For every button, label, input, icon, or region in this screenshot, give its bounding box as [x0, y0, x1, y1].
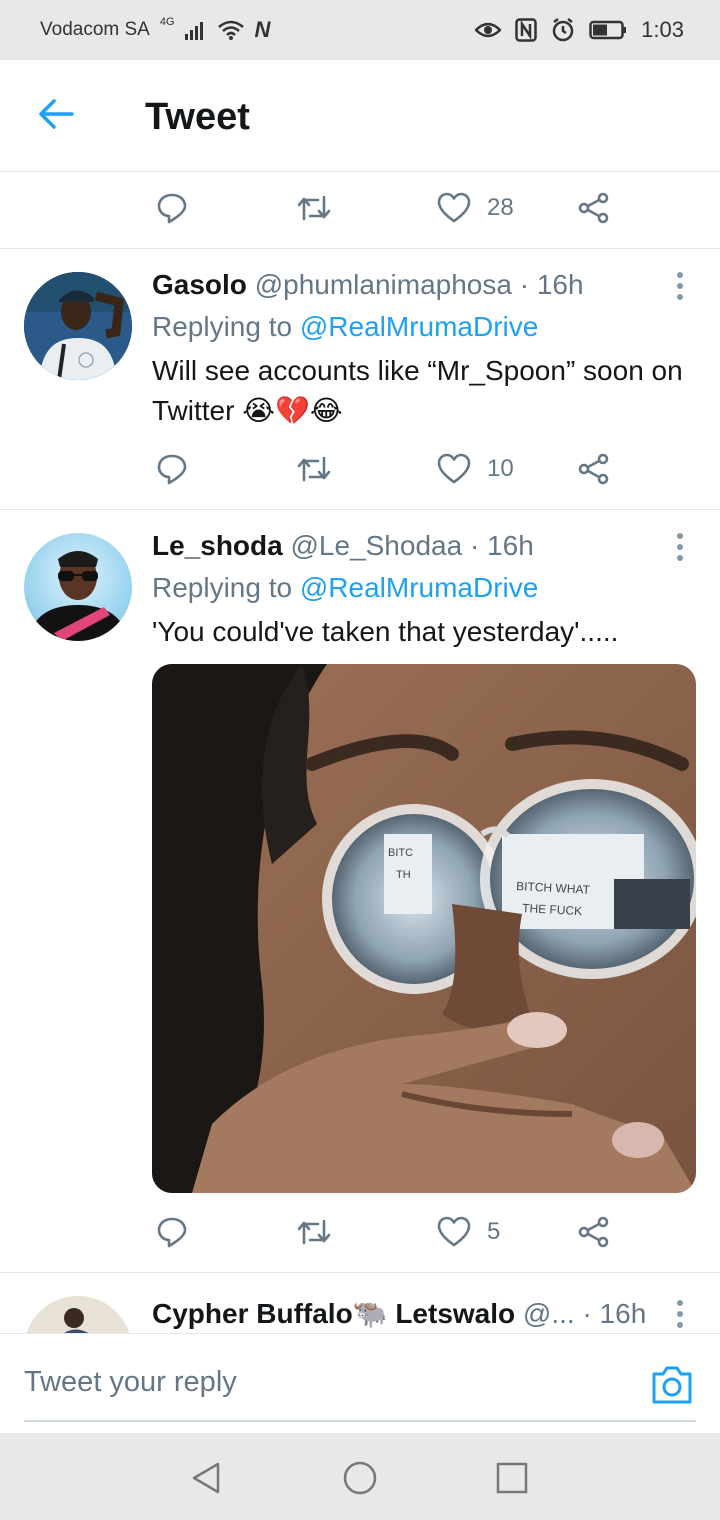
share-icon: [578, 1216, 609, 1248]
wifi-icon: [217, 20, 244, 40]
page-title: Tweet: [145, 96, 250, 138]
reply-button[interactable]: [156, 1202, 188, 1262]
mention-link[interactable]: @RealMrumaDrive: [300, 572, 538, 603]
nfc-letter-icon: N: [254, 17, 271, 42]
avatar[interactable]: [24, 272, 132, 380]
like-button[interactable]: 10: [437, 439, 514, 499]
tweet-media-image[interactable]: BITC TH BITCH WHAT THE FUCK: [152, 664, 696, 1193]
clock: 1:03: [641, 17, 684, 42]
handle[interactable]: @phumlanimaphosa: [255, 269, 512, 300]
mention-link[interactable]: @RealMrumaDrive: [300, 311, 538, 342]
input-underline: [24, 1420, 696, 1422]
like-button[interactable]: 5: [437, 1202, 500, 1262]
tweet-author-line: Gasolo @phumlanimaphosa · 16h: [152, 269, 584, 301]
share-button[interactable]: [578, 439, 610, 499]
nav-home-icon[interactable]: [342, 1460, 378, 1496]
nfc-icon: [515, 18, 537, 42]
display-name[interactable]: Cypher Buffalo🐃 Letswalo: [152, 1298, 515, 1329]
retweet-button[interactable]: [296, 1202, 332, 1262]
reply-input[interactable]: Tweet your reply: [24, 1366, 237, 1399]
reply-button[interactable]: [156, 439, 188, 499]
main-tweet-actions: 28: [0, 178, 720, 238]
nav-back-icon[interactable]: [188, 1460, 224, 1496]
like-count: 10: [487, 455, 514, 482]
tweet-text: 'You could've taken that yesterday'.....: [152, 616, 619, 647]
handle[interactable]: @Le_Shodaa: [290, 530, 462, 561]
tweet-author-line: Le_shoda @Le_Shodaa · 16h: [152, 530, 534, 562]
status-bar: Vodacom SA 4G N 1:03: [0, 0, 720, 60]
replying-to: Replying to @RealMrumaDrive: [152, 311, 538, 343]
system-nav-bar: [0, 1433, 720, 1520]
status-right: 1:03: [475, 17, 684, 43]
network-type: 4G: [159, 16, 175, 28]
tweet-author-line: Cypher Buffalo🐃 Letswalo @... · 16h: [152, 1297, 646, 1330]
lens-left-text: BITC: [388, 847, 413, 859]
app-header: Tweet: [0, 60, 720, 172]
retweet-button[interactable]: [296, 178, 332, 238]
reply-icon: [157, 454, 187, 485]
reply-composer: Tweet your reply: [0, 1333, 720, 1433]
replying-prefix: Replying to: [152, 311, 293, 342]
reply-button[interactable]: [156, 178, 188, 238]
retweet-icon: [297, 195, 331, 221]
replying-to: Replying to @RealMrumaDrive: [152, 572, 538, 604]
like-icon: [437, 1216, 471, 1247]
retweet-icon: [297, 1219, 331, 1245]
like-icon: [437, 453, 471, 484]
status-left: Vodacom SA 4G N: [40, 16, 271, 43]
nav-recents-icon[interactable]: [494, 1460, 530, 1496]
reply-icon: [157, 193, 187, 224]
reply-tweet[interactable]: Cypher Buffalo🐃 Letswalo @... · 16h: [0, 1273, 720, 1333]
share-icon: [578, 192, 609, 224]
handle[interactable]: @...: [523, 1298, 575, 1329]
carrier-label: Vodacom SA: [40, 19, 150, 40]
tweet-text: Will see accounts like “Mr_Spoon” soon o…: [152, 355, 683, 426]
tweet-actions: 5: [0, 1202, 720, 1262]
reply-icon: [157, 1217, 187, 1248]
camera-icon[interactable]: [650, 1364, 694, 1406]
share-icon: [578, 453, 609, 485]
share-button[interactable]: [578, 178, 610, 238]
divider: [0, 248, 720, 249]
display-name[interactable]: Le_shoda: [152, 530, 283, 561]
signal-icon: [184, 22, 203, 40]
timestamp: · 16h: [582, 1298, 647, 1329]
tweet-actions: 10: [0, 439, 720, 499]
avatar[interactable]: [24, 1296, 132, 1333]
eye-icon: [475, 22, 502, 38]
replying-prefix: Replying to: [152, 572, 293, 603]
timestamp: · 16h: [469, 530, 534, 561]
share-button[interactable]: [578, 1202, 610, 1262]
battery-icon: [589, 20, 627, 40]
retweet-button[interactable]: [296, 439, 332, 499]
more-icon[interactable]: [672, 271, 688, 301]
back-arrow-icon[interactable]: [36, 94, 76, 134]
alarm-icon: [552, 18, 574, 42]
like-count: 5: [487, 1218, 501, 1245]
divider: [0, 509, 720, 510]
display-name[interactable]: Gasolo: [152, 269, 247, 300]
more-icon[interactable]: [672, 1299, 688, 1329]
like-button[interactable]: 28: [437, 178, 514, 238]
retweet-icon: [297, 456, 331, 482]
avatar[interactable]: [24, 533, 132, 641]
like-icon: [437, 192, 471, 223]
lens-left-text-2: TH: [396, 869, 411, 881]
like-count: 28: [487, 194, 514, 221]
timestamp: · 16h: [519, 269, 584, 300]
more-icon[interactable]: [672, 532, 688, 562]
